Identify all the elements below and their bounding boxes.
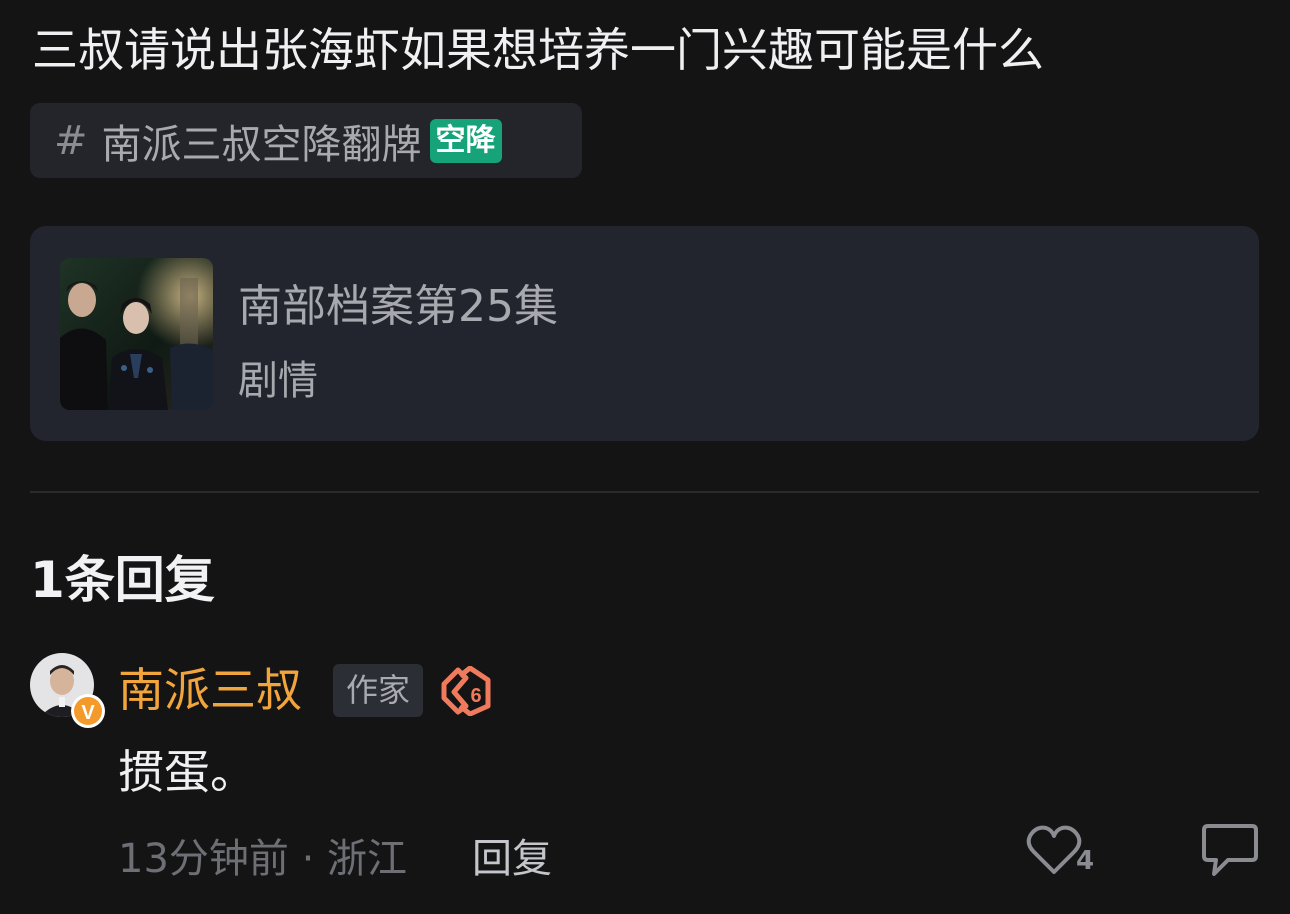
episode-subtitle: 剧情 bbox=[238, 358, 318, 404]
role-tag: 作家 bbox=[333, 664, 423, 717]
episode-title: 南部档案第25集 bbox=[238, 281, 558, 332]
comment-text: 掼蛋。 bbox=[118, 745, 256, 799]
avatar[interactable]: V bbox=[30, 653, 106, 729]
level-badge-icon: 6 bbox=[440, 665, 494, 717]
comment-icon[interactable] bbox=[1198, 822, 1260, 880]
episode-thumbnail bbox=[60, 258, 213, 410]
verified-icon: V bbox=[71, 694, 105, 728]
topic-label: 南派三叔空降翻牌 bbox=[101, 121, 422, 168]
reply-button[interactable]: 回复 bbox=[472, 826, 552, 884]
replies-header: 1条回复 bbox=[30, 551, 215, 609]
topic-badge: 空降 bbox=[429, 118, 502, 163]
comment-meta: 13分钟前 · 浙江 bbox=[118, 836, 408, 882]
like-count: 4 bbox=[1076, 846, 1095, 876]
svg-text:6: 6 bbox=[470, 685, 481, 707]
hash-icon: # bbox=[54, 117, 88, 164]
episode-card[interactable]: 南部档案第25集 剧情 bbox=[30, 226, 1259, 441]
question-title: 三叔请说出张海虾如果想培养一门兴趣可能是什么 bbox=[32, 23, 1044, 77]
topic-chip[interactable]: # 南派三叔空降翻牌 空降 bbox=[30, 103, 582, 178]
author-name[interactable]: 南派三叔 bbox=[118, 660, 302, 720]
svg-text:V: V bbox=[81, 702, 95, 724]
divider bbox=[30, 491, 1259, 493]
